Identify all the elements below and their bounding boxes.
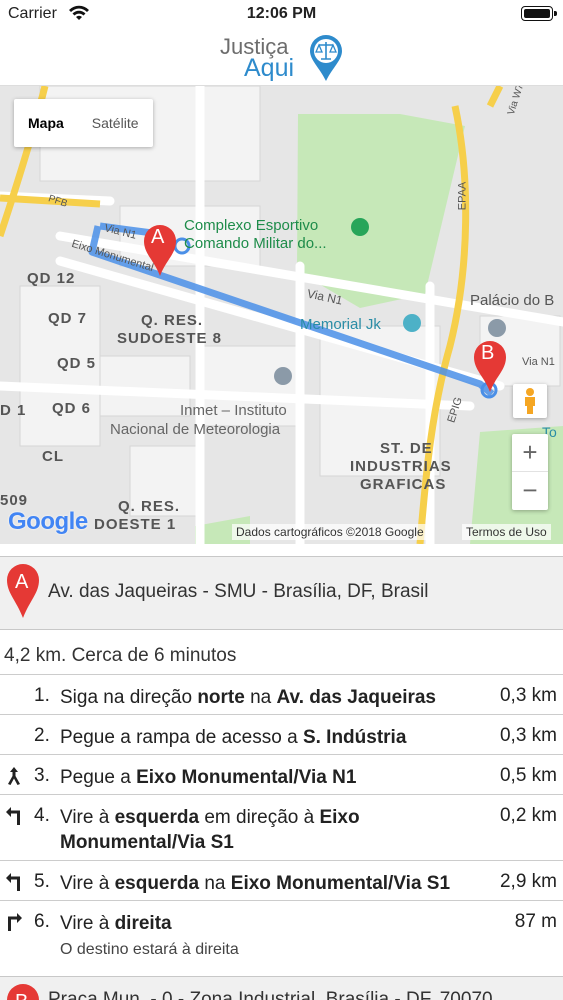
- step-distance: 2,9 km: [499, 871, 557, 892]
- map-type-map-button[interactable]: Mapa: [14, 99, 78, 147]
- step-distance: 0,2 km: [499, 805, 557, 826]
- route-map[interactable]: Mapa Satélite A B Complexo Esportivo Com…: [0, 86, 563, 544]
- map-label: Comando Militar do...: [184, 235, 327, 252]
- step-distance: 0,5 km: [499, 765, 557, 786]
- turn-right-icon: [8, 913, 22, 931]
- direction-step[interactable]: 6. Vire à direita O destino estará à dire…: [0, 900, 563, 966]
- step-instruction: Pegue a rampa de acesso a S. Indústria: [60, 727, 407, 748]
- map-label: INDUSTRIAS: [350, 458, 452, 475]
- map-label: Inmet – Instituto: [180, 402, 287, 419]
- step-note: O destino estará à direita: [60, 941, 239, 958]
- app-header: Justiça Aqui: [0, 28, 563, 86]
- map-label: Palácio do B: [470, 292, 555, 309]
- zoom-in-button[interactable]: +: [512, 434, 548, 472]
- map-label: SUDOESTE 8: [117, 330, 223, 347]
- step-distance: 0,3 km: [499, 725, 557, 746]
- map-label: EPAA: [456, 181, 469, 211]
- map-label: GRAFICAS: [360, 476, 447, 493]
- map-label: QD 6: [52, 400, 92, 417]
- step-instruction: Vire à esquerda na Eixo Monumental/Via S…: [60, 873, 451, 894]
- origin-address: Av. das Jaqueiras - SMU - Brasília, DF, …: [48, 581, 429, 602]
- destination-address-row[interactable]: B Praça Mun. - 0 - Zona Industrial, Bras…: [0, 976, 563, 1000]
- step-instruction: Siga na direção norte na Av. das Jaqueir…: [60, 687, 436, 708]
- origin-marker-label: A: [15, 571, 29, 593]
- map-credits: Dados cartográficos ©2018 Google: [232, 524, 428, 540]
- map-label: Complexo Esportivo: [184, 217, 319, 234]
- terms-link[interactable]: Termos de Uso: [462, 524, 551, 540]
- google-logo: Google: [8, 508, 88, 535]
- map-label: QD 7: [48, 310, 88, 327]
- battery-icon: [521, 6, 557, 21]
- map-label: Nacional de Meteorologia: [110, 421, 281, 438]
- direction-step[interactable]: 4. Vire à esquerda em direção à Eixo Mon…: [0, 794, 563, 860]
- map-label: QD 5: [57, 355, 97, 372]
- directions-list: 1. Siga na direção norte na Av. das Jaqu…: [0, 674, 563, 966]
- origin-address-row[interactable]: A Av. das Jaqueiras - SMU - Brasília, DF…: [0, 556, 563, 630]
- destination-address: Praça Mun. - 0 - Zona Industrial, Brasíl…: [48, 989, 493, 1000]
- step-instruction: Vire à direita O destino estará à direita: [60, 913, 239, 958]
- status-bar: Carrier 12:06 PM: [0, 0, 563, 28]
- step-number: 2.: [34, 725, 50, 746]
- street-view-pegman-icon[interactable]: [513, 384, 547, 418]
- direction-step[interactable]: 3. Pegue a Eixo Monumental/Via N1 0,5 km: [0, 754, 563, 794]
- map-label: DOESTE 1: [94, 516, 177, 533]
- zoom-controls: + −: [512, 434, 548, 510]
- step-number: 5.: [34, 871, 50, 892]
- map-type-toggle: Mapa Satélite: [14, 99, 153, 147]
- map-label: Q. RES.: [141, 312, 204, 329]
- turn-left-icon: [6, 807, 20, 825]
- turn-left-icon: [6, 873, 20, 891]
- route-summary: 4,2 km. Cerca de 6 minutos: [4, 645, 237, 666]
- map-label: CL: [42, 448, 64, 465]
- app-logo: Justiça Aqui: [220, 32, 350, 84]
- step-instruction: Pegue a Eixo Monumental/Via N1: [60, 767, 357, 788]
- direction-step[interactable]: 1. Siga na direção norte na Av. das Jaqu…: [0, 674, 563, 714]
- scales-pin-icon: [310, 35, 342, 81]
- step-instruction: Vire à esquerda em direção à Eixo Monume…: [60, 807, 360, 853]
- step-distance: 0,3 km: [499, 685, 557, 706]
- clock: 12:06 PM: [246, 5, 317, 22]
- merge-icon: [8, 767, 20, 785]
- direction-step[interactable]: 2. Pegue a rampa de acesso a S. Indústri…: [0, 714, 563, 754]
- map-label: Q. RES.: [118, 498, 181, 515]
- map-marker-b-label: B: [481, 342, 495, 364]
- map-label: QD 12: [27, 270, 76, 287]
- logo-line2: Aqui: [244, 54, 295, 82]
- destination-marker-label: B: [15, 991, 28, 1000]
- step-number: 3.: [34, 765, 50, 786]
- map-label: Via N1: [522, 356, 555, 368]
- step-number: 6.: [34, 911, 50, 932]
- map-marker-a-label: A: [151, 226, 165, 248]
- map-label: D 1: [0, 402, 27, 419]
- step-distance: 87 m: [514, 911, 557, 932]
- map-type-satellite-button[interactable]: Satélite: [78, 99, 153, 147]
- zoom-out-button[interactable]: −: [512, 472, 548, 510]
- step-number: 1.: [34, 685, 50, 706]
- map-label: 509: [0, 492, 29, 509]
- map-label: ST. DE: [380, 440, 433, 457]
- step-number: 4.: [34, 805, 50, 826]
- map-label: Memorial Jk: [300, 316, 381, 333]
- direction-step[interactable]: 5. Vire à esquerda na Eixo Monumental/Vi…: [0, 860, 563, 900]
